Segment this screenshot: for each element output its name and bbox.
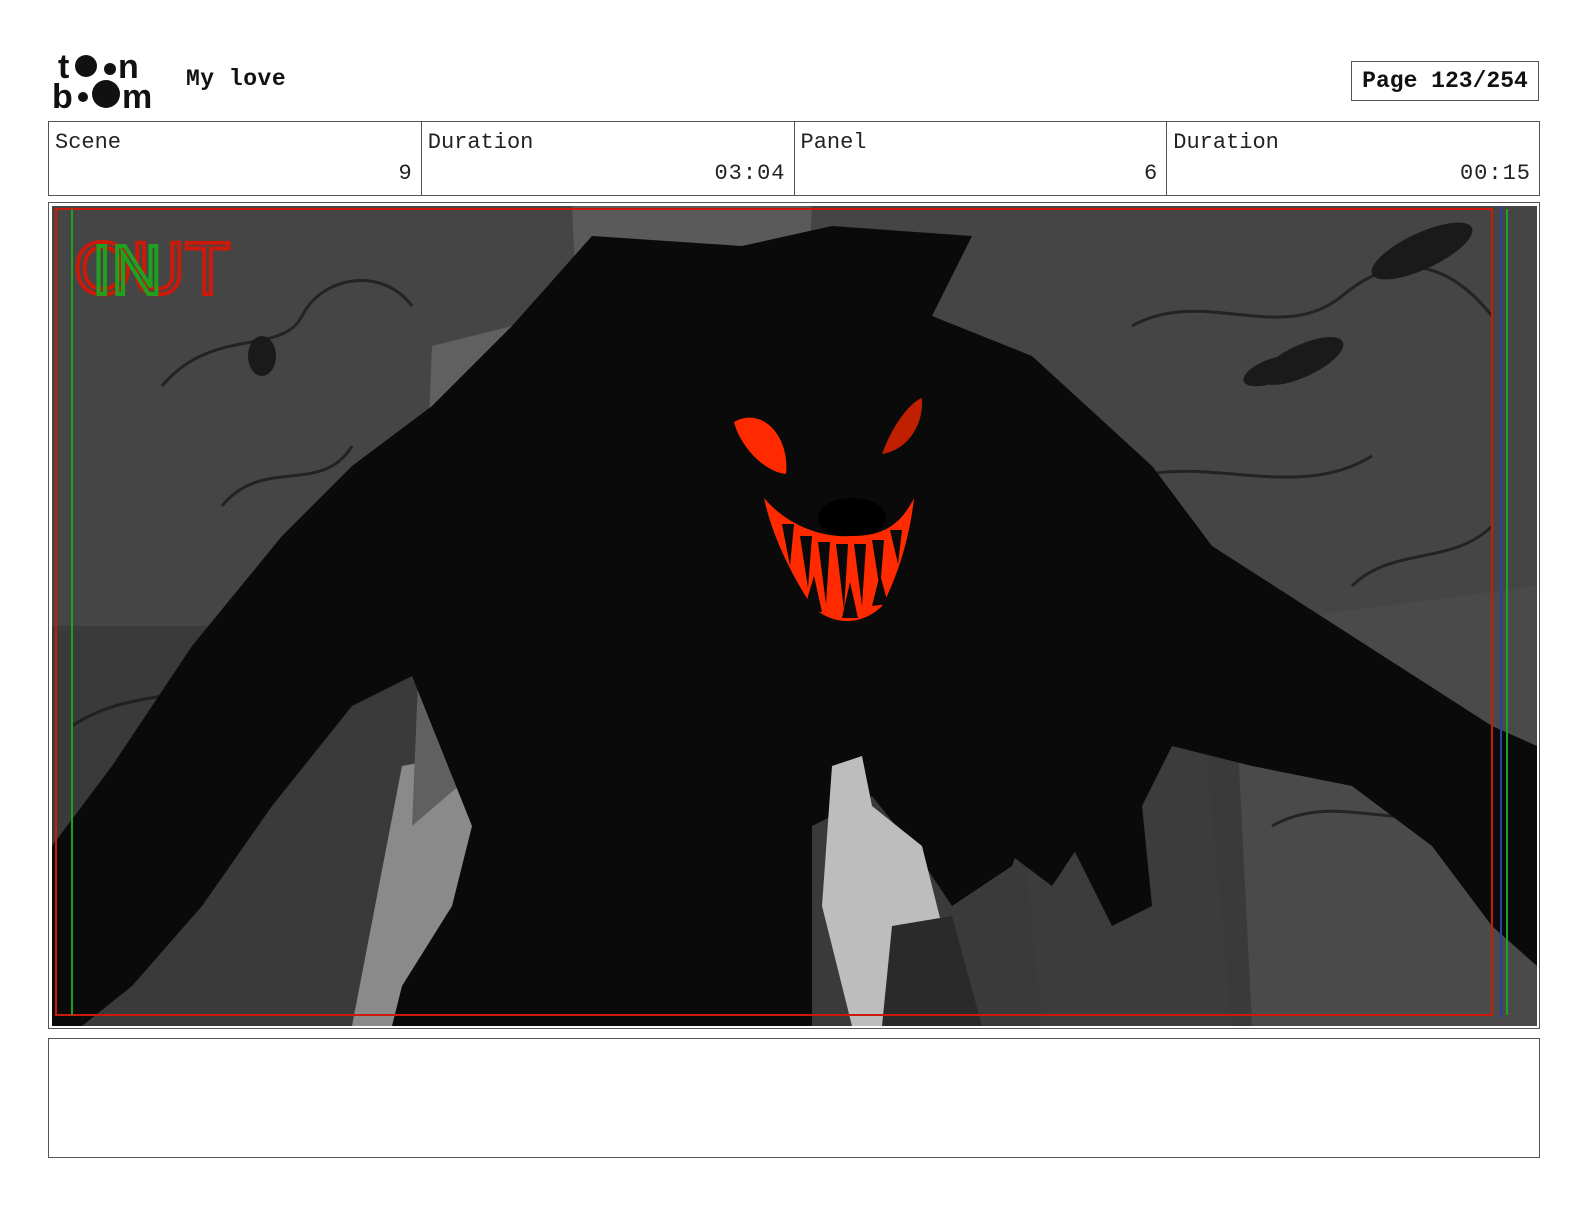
toonboom-logo: t n b m [52,50,152,112]
scene-label: Scene [55,130,122,155]
storyboard-sketch: OUT IN [52,206,1537,1026]
scene-duration-cell: Duration 03:04 [422,122,795,195]
scene-duration-label: Duration [427,130,534,155]
panel-duration-label: Duration [1173,130,1279,155]
panel-duration-cell: Duration 00:15 [1167,122,1539,195]
caption-box[interactable] [48,1038,1540,1158]
svg-text:m: m [122,78,152,112]
page-indicator: Page 123/254 [1351,61,1539,101]
scene-cell: Scene 9 [49,122,422,195]
panel-info-table: Scene 9 Duration 03:04 Panel 6 Duration … [48,121,1540,196]
panel-image: OUT IN [52,206,1537,1026]
scene-duration-value: 03:04 [714,161,786,186]
svg-text:b: b [52,78,73,112]
panel-label: Panel [800,130,867,155]
panel-value: 6 [1144,161,1159,186]
project-title: My love [186,66,287,92]
panel-cell: Panel 6 [795,122,1168,195]
panel-duration-value: 00:15 [1459,161,1531,186]
overlay-in-text: IN [92,231,162,309]
scene-value: 9 [398,161,413,186]
